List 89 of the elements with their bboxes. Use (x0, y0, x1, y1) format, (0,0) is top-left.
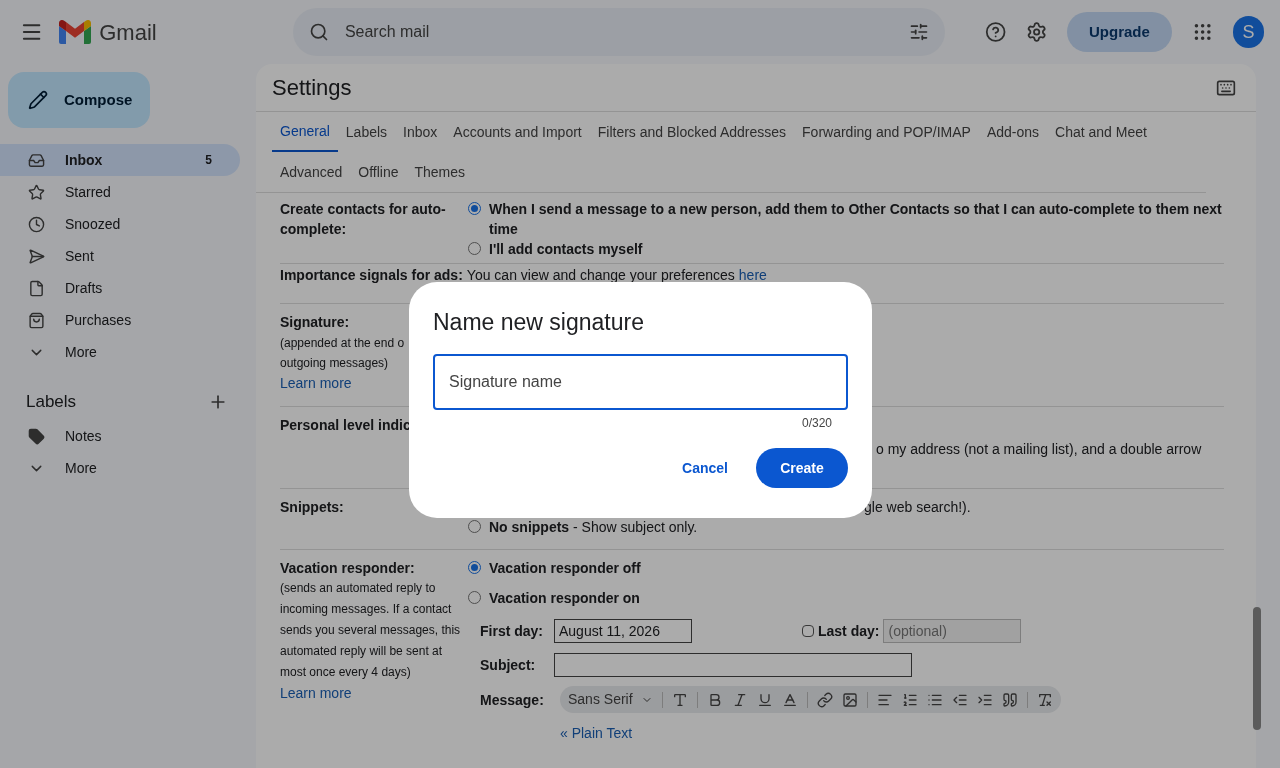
radio-button[interactable] (468, 591, 481, 604)
settings-icon[interactable] (1025, 21, 1048, 43)
sidebar-item[interactable]: Snoozed (0, 208, 240, 240)
sidebar-item[interactable]: Drafts (0, 272, 240, 304)
upgrade-button[interactable]: Upgrade (1067, 12, 1172, 52)
here-link[interactable]: here (738, 265, 767, 286)
settings-title: Settings (272, 74, 352, 102)
option-text: Vacation responder off (489, 559, 641, 578)
subject-field[interactable] (554, 653, 912, 677)
sidebar-item[interactable]: Sent (0, 240, 240, 272)
setting-label: Personal level indic (280, 416, 411, 435)
option-text: Vacation responder on (489, 589, 640, 608)
sidebar-item[interactable]: More (0, 336, 240, 368)
numbered-list-icon[interactable] (901, 691, 918, 708)
compose-button[interactable]: Compose (8, 72, 150, 128)
clear-formatting-icon[interactable] (1036, 691, 1053, 708)
setting-label: Vacation responder: (280, 559, 416, 578)
radio-button[interactable] (468, 561, 481, 574)
star-icon (28, 183, 45, 201)
settings-tab[interactable]: Offline (350, 152, 407, 192)
sidebar-item[interactable]: Starred (0, 176, 240, 208)
text-color-icon[interactable] (781, 691, 798, 708)
search-input[interactable]: Search mail (344, 20, 909, 44)
settings-tab[interactable]: Forwarding and POP/IMAP (794, 112, 979, 152)
link-icon[interactable] (816, 691, 833, 708)
gmail-logo-icon (59, 20, 92, 44)
checkbox[interactable] (802, 625, 814, 637)
setting-label: Snippets: (280, 498, 345, 517)
bag-icon (28, 311, 45, 329)
dialog-title: Name new signature (433, 308, 645, 337)
learn-more-link[interactable]: Learn more (280, 683, 352, 703)
field-label: Message: (480, 691, 545, 710)
inbox-icon (28, 151, 45, 169)
font-dropdown[interactable]: Sans Serif (568, 689, 653, 710)
app-name: Gmail (99, 18, 157, 47)
scrollbar[interactable] (1253, 607, 1261, 730)
sidebar-item[interactable]: Purchases (0, 304, 240, 336)
search-icon (308, 22, 329, 42)
settings-tab[interactable]: Advanced (272, 152, 351, 192)
field-label: Last day: (818, 621, 880, 641)
sidebar-item[interactable]: Notes (0, 420, 256, 452)
label-icon (28, 427, 45, 445)
setting-text: You can view and change your preferences (466, 266, 735, 285)
search-field[interactable]: Search mail (292, 8, 945, 56)
setting-text: o my address (not a mailing list), and a double arrow (876, 440, 1202, 459)
labels-heading: Labels (26, 391, 77, 414)
settings-tab[interactable]: Accounts and Import (445, 112, 590, 152)
setting-note: outgoing messages) (280, 355, 389, 372)
radio-button[interactable] (468, 202, 481, 215)
underline-icon[interactable] (756, 691, 773, 708)
cancel-button[interactable]: Cancel (666, 448, 744, 488)
create-button[interactable]: Create (756, 448, 848, 488)
character-counter: 0/320 (800, 415, 833, 432)
settings-tab[interactable]: Chat and Meet (1047, 112, 1155, 152)
field-label: Subject: (480, 655, 537, 675)
option-text: I'll add contacts myself (489, 240, 643, 259)
field-label: First day: (480, 621, 544, 641)
radio-button[interactable] (468, 520, 481, 533)
image-icon[interactable] (841, 691, 858, 708)
setting-label: Signature: (280, 313, 350, 332)
setting-label: Create contacts for auto-complete: (280, 200, 447, 239)
quote-icon[interactable] (1001, 691, 1018, 708)
learn-more-link[interactable]: Learn more (280, 373, 352, 393)
settings-tab[interactable]: Add-ons (978, 112, 1048, 152)
clock-icon (28, 215, 45, 233)
plain-text-link[interactable]: « Plain Text (560, 723, 633, 744)
option-text: No snippets - Show subject only. (489, 518, 698, 537)
settings-tab[interactable]: Themes (406, 152, 474, 192)
setting-label: Importance signals for ads: (280, 266, 463, 285)
settings-tab[interactable]: General (272, 112, 338, 152)
setting-note: (sends an automated reply to incoming messages. If a contact sends you several messages, this automated reply will be sent at most once every 4 days) (280, 580, 462, 681)
text-size-icon[interactable] (671, 691, 688, 708)
sidebar-item[interactable]: More (0, 452, 256, 484)
option-text: When I send a message to a new person, add them to Other Contacts so that I can auto-complete to them next time (489, 200, 1223, 239)
send-icon (28, 247, 45, 265)
sidebar-item[interactable]: Inbox 5 (0, 144, 240, 176)
setting-note: (appended at the end o (280, 335, 405, 352)
avatar[interactable]: S (1233, 16, 1264, 48)
filter-icon[interactable] (908, 22, 929, 42)
date-field[interactable]: August 11, 2026 (554, 619, 692, 643)
help-icon[interactable] (984, 21, 1006, 43)
pencil-icon (28, 90, 48, 110)
radio-button[interactable] (468, 242, 481, 255)
signature-name-field[interactable]: Signature name (433, 354, 848, 410)
settings-tab[interactable]: Labels (337, 112, 396, 152)
file-icon (28, 279, 45, 297)
date-field[interactable]: (optional) (883, 619, 1022, 643)
settings-tab[interactable]: Filters and Blocked Addresses (589, 112, 795, 152)
settings-tab[interactable]: Inbox (395, 112, 446, 152)
